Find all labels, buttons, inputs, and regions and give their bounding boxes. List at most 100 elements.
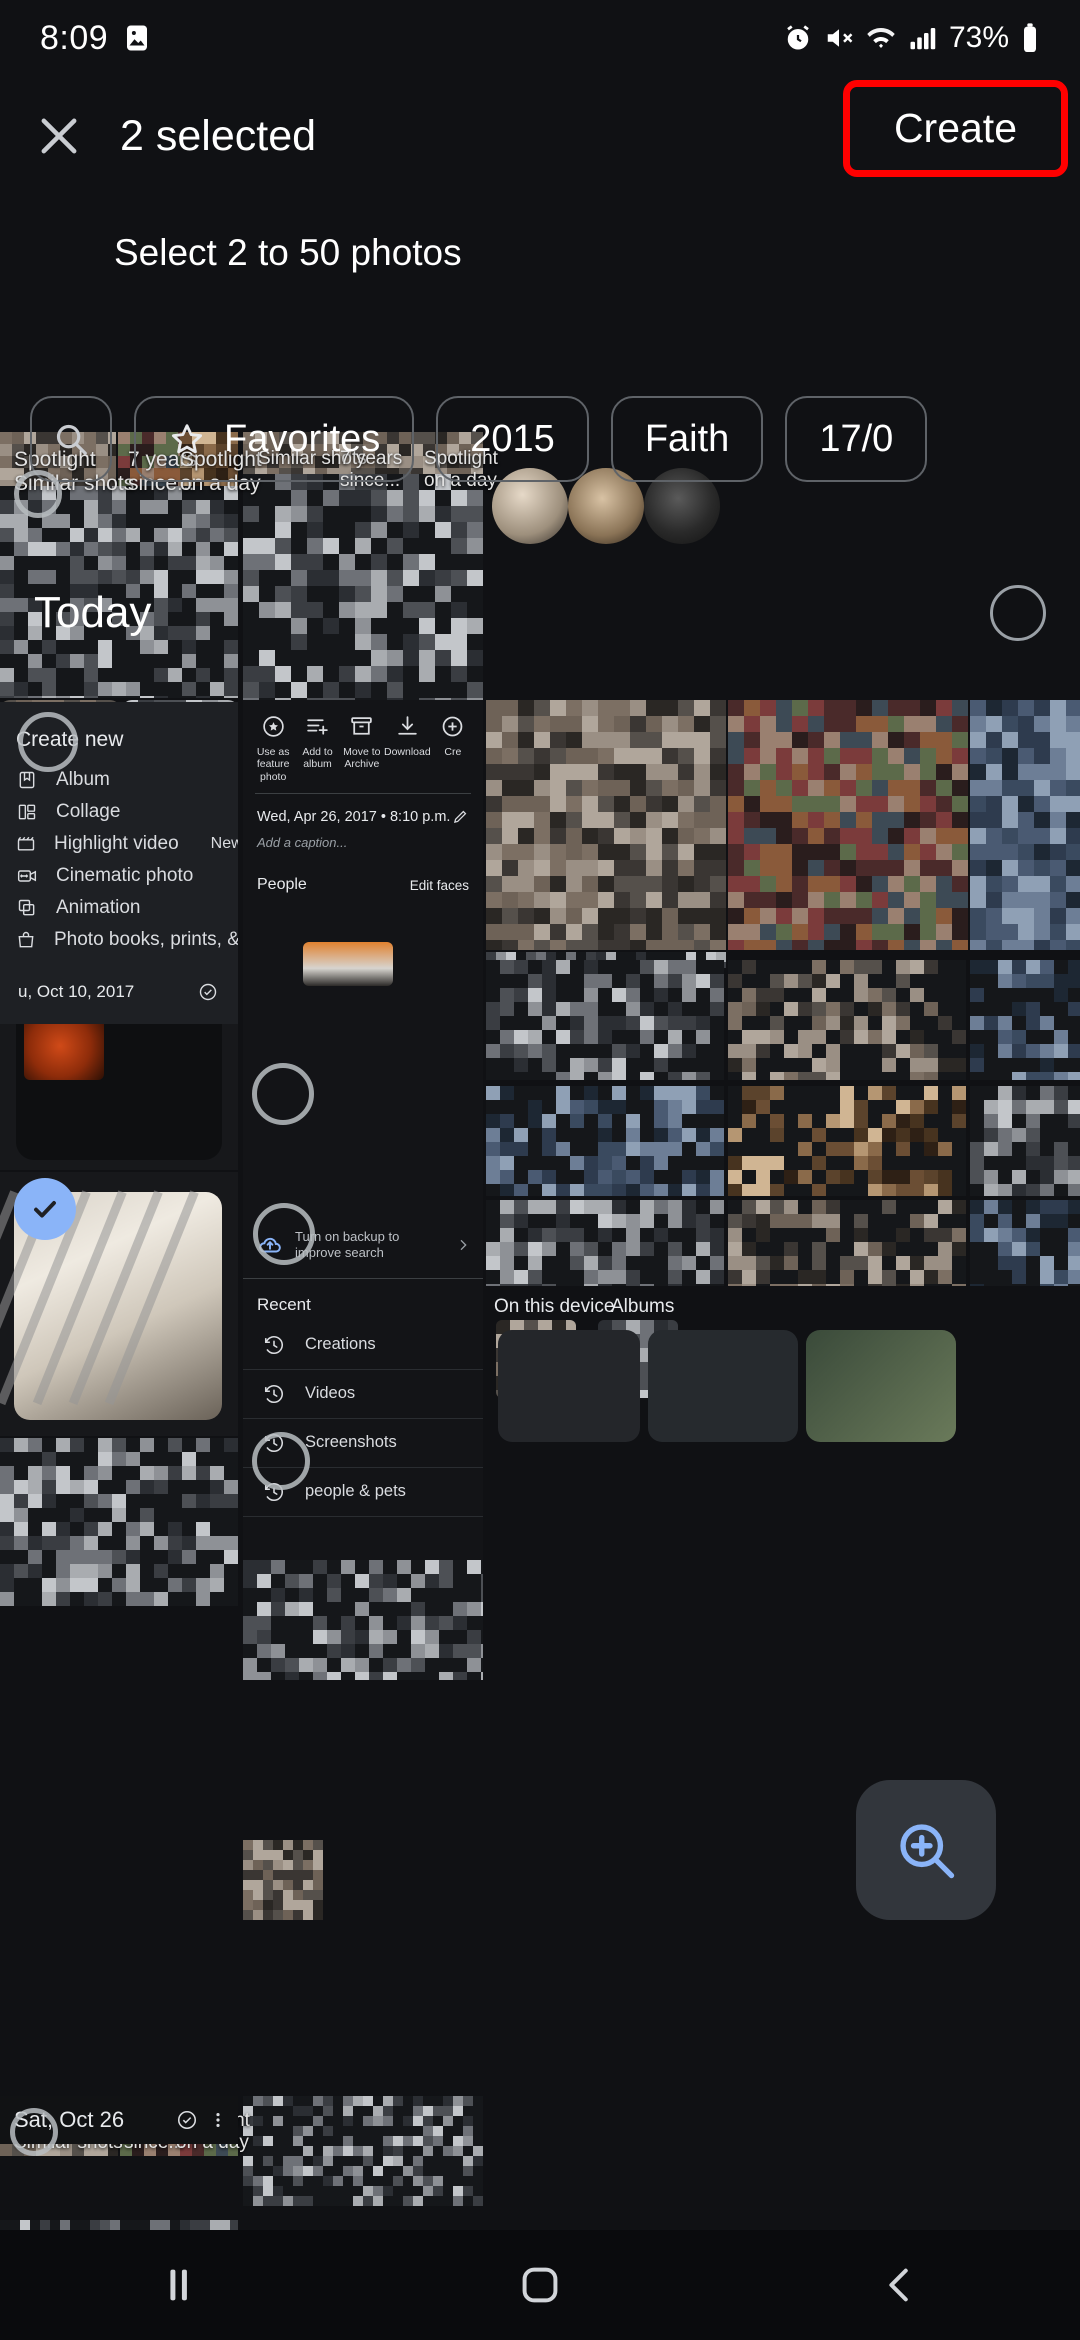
star-icon bbox=[168, 420, 206, 458]
menu-item-label: Album bbox=[56, 769, 110, 790]
edit-faces-button[interactable]: Edit faces bbox=[410, 878, 469, 893]
menu-item-label: Collage bbox=[56, 801, 121, 822]
photo-detail-panel[interactable]: Use as feature photo Add to album Move t… bbox=[243, 700, 483, 1235]
chip-label: Faith bbox=[644, 417, 730, 460]
photo-tile[interactable] bbox=[486, 960, 724, 1080]
chip-faith[interactable]: Faith bbox=[610, 396, 764, 482]
photo-tile[interactable] bbox=[728, 960, 966, 1080]
caption-field[interactable]: Add a caption... bbox=[243, 825, 483, 850]
android-nav-bar[interactable] bbox=[0, 2230, 1080, 2340]
album-preview-card[interactable] bbox=[648, 1330, 798, 1442]
photo-tile[interactable] bbox=[970, 960, 1080, 1080]
shop-icon bbox=[16, 929, 36, 951]
photo-tile[interactable] bbox=[486, 700, 726, 950]
menu-item-label: Cinematic photo bbox=[56, 865, 194, 886]
recents-icon[interactable] bbox=[120, 2230, 240, 2340]
action-use-as-feature-photo[interactable]: Use as feature photo bbox=[251, 714, 295, 783]
menu-item-cinematic-photo[interactable]: Cinematic photo bbox=[0, 860, 238, 892]
home-icon[interactable] bbox=[480, 2230, 600, 2340]
action-create[interactable]: Cre bbox=[431, 714, 475, 758]
menu-item-highlight-video[interactable]: Highlight video New bbox=[0, 828, 238, 860]
clock: 8:09 bbox=[40, 18, 109, 57]
menu-item-animation[interactable]: Animation bbox=[0, 892, 238, 924]
menu-item-photo-books[interactable]: Photo books, prints, & more bbox=[0, 924, 238, 956]
touch-indicator bbox=[252, 1063, 314, 1125]
status-bar-left: 8:09 bbox=[40, 19, 152, 58]
selected-tile-header: u, Oct 10, 2017 bbox=[18, 982, 218, 1002]
history-icon bbox=[263, 1334, 285, 1356]
photo-date-row: Wed, Apr 26, 2017 • 8:10 p.m. bbox=[243, 794, 483, 825]
photo-tile[interactable] bbox=[728, 1086, 966, 1196]
photo-action-row[interactable]: Use as feature photo Add to album Move t… bbox=[243, 700, 483, 783]
check-circle-icon[interactable] bbox=[176, 2109, 198, 2131]
touch-indicator bbox=[10, 2108, 58, 2156]
action-label: Add to album bbox=[302, 746, 333, 771]
photo-tile[interactable] bbox=[728, 700, 968, 950]
photo-tile[interactable] bbox=[970, 700, 1080, 950]
touch-indicator bbox=[18, 712, 78, 772]
photo-tile[interactable] bbox=[970, 1200, 1080, 1286]
more-vert-icon[interactable] bbox=[208, 2109, 228, 2131]
photo-tile[interactable] bbox=[243, 1560, 483, 1680]
movie-icon bbox=[16, 833, 36, 855]
star-circle-icon bbox=[261, 714, 286, 739]
action-download[interactable]: Download bbox=[384, 714, 431, 758]
recent-item-videos[interactable]: Videos bbox=[243, 1370, 483, 1419]
albums-label[interactable]: Albums bbox=[611, 1296, 674, 1318]
tile-selected-check[interactable] bbox=[14, 1178, 76, 1240]
chip-date[interactable]: 17/0 bbox=[785, 396, 928, 482]
page-title: Today bbox=[34, 588, 152, 637]
new-badge: New bbox=[210, 835, 238, 852]
search-suggestions-panel[interactable]: Turn on backup to improve search Recent … bbox=[243, 1215, 483, 1560]
pencil-icon[interactable] bbox=[452, 808, 469, 825]
recent-item-label: Screenshots bbox=[305, 1433, 397, 1451]
on-this-device-label[interactable]: On this device bbox=[494, 1296, 614, 1318]
chip-search[interactable] bbox=[30, 396, 112, 482]
download-icon bbox=[395, 714, 420, 739]
selection-app-bar: 2 selected Create bbox=[0, 76, 1080, 196]
chip-favorites[interactable]: Favorites bbox=[134, 396, 415, 482]
recent-item-label: Videos bbox=[305, 1384, 356, 1402]
action-move-to-archive[interactable]: Move to Archive bbox=[340, 714, 384, 771]
action-label: Use as feature photo bbox=[256, 746, 290, 783]
photo-tile[interactable] bbox=[728, 1200, 966, 1286]
chevron-right-icon bbox=[455, 1237, 471, 1253]
battery-percent: 73% bbox=[948, 21, 1009, 54]
select-circle-icon[interactable] bbox=[990, 585, 1046, 641]
photos-notification-icon bbox=[122, 23, 152, 53]
alarm-icon bbox=[783, 23, 813, 53]
filter-chip-row[interactable]: Favorites 2015 Faith 17/0 bbox=[0, 384, 1080, 494]
create-button-highlight: Create bbox=[842, 80, 1068, 177]
menu-item-label: Highlight video bbox=[54, 833, 179, 854]
menu-item-collage[interactable]: Collage bbox=[0, 796, 238, 828]
photo-tile[interactable] bbox=[243, 2096, 483, 2206]
create-button[interactable]: Create bbox=[849, 87, 1061, 170]
recent-item-label: people & pets bbox=[305, 1482, 406, 1500]
photo-tile[interactable] bbox=[486, 1086, 724, 1196]
photo-tile[interactable] bbox=[0, 1438, 238, 1606]
menu-item-label: Photo books, prints, & more bbox=[54, 929, 238, 950]
album-preview-card[interactable] bbox=[806, 1330, 956, 1442]
action-add-to-album[interactable]: Add to album bbox=[295, 714, 339, 771]
touch-indicator bbox=[252, 1432, 310, 1490]
menu-item-label: Animation bbox=[56, 897, 141, 918]
recent-item-label: Creations bbox=[305, 1335, 376, 1353]
recent-item-creations[interactable]: Creations bbox=[243, 1321, 483, 1370]
face-thumbnail[interactable] bbox=[303, 942, 393, 986]
chip-label: 2015 bbox=[470, 417, 555, 460]
cinematic-icon bbox=[16, 865, 38, 887]
zoom-fab-button[interactable] bbox=[856, 1780, 996, 1920]
check-circle-icon[interactable] bbox=[198, 982, 218, 1002]
photo-tile[interactable] bbox=[243, 1840, 323, 1920]
action-label: Cre bbox=[444, 746, 462, 758]
close-icon[interactable] bbox=[30, 107, 88, 165]
selection-count-title: 2 selected bbox=[120, 111, 317, 160]
photo-tile[interactable] bbox=[970, 1086, 1080, 1196]
battery-icon bbox=[1020, 22, 1040, 54]
back-icon[interactable] bbox=[840, 2230, 960, 2340]
people-title: People bbox=[257, 876, 307, 894]
album-preview-card[interactable] bbox=[498, 1330, 640, 1442]
chip-2015[interactable]: 2015 bbox=[436, 396, 589, 482]
status-bar-right: 73% bbox=[783, 21, 1040, 55]
photo-tile[interactable] bbox=[486, 1200, 724, 1286]
